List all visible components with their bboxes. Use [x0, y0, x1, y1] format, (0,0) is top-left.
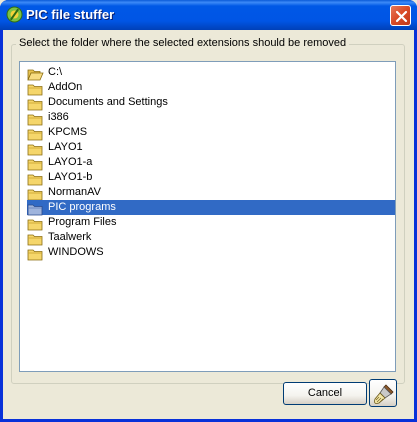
close-button[interactable]	[390, 5, 411, 26]
dialog-client-area: Select the folder where the selected ext…	[3, 30, 414, 419]
tree-item-label: KPCMS	[48, 126, 88, 138]
tree-item-label: NormanAV	[48, 186, 101, 198]
dialog-window: PIC file stuffer Select the folder where…	[0, 0, 417, 422]
folder-icon	[27, 246, 44, 261]
tree-item-program-files[interactable]: Program Files	[27, 215, 395, 231]
tree-item-layo1[interactable]: LAYO1	[27, 140, 395, 156]
tree-item-label: LAYO1-b	[48, 171, 93, 183]
tree-item-i386[interactable]: i386	[27, 110, 395, 126]
folder-icon	[27, 201, 44, 216]
tree-item-windows[interactable]: WINDOWS	[27, 245, 395, 261]
folder-icon	[27, 156, 44, 171]
folder-icon	[27, 96, 44, 111]
tree-item-label: PIC programs	[48, 201, 116, 213]
folder-icon	[27, 81, 44, 96]
folder-icon	[27, 141, 44, 156]
tree-item-label: C:\	[48, 66, 63, 78]
tree-item-label: Taalwerk	[48, 231, 92, 243]
folder-icon	[27, 126, 44, 141]
tree-item-label: Documents and Settings	[48, 96, 168, 108]
tree-item-normanav[interactable]: NormanAV	[27, 185, 395, 201]
tree-item-label: LAYO1	[48, 141, 83, 153]
pic-app-icon	[6, 6, 23, 23]
window-title: PIC file stuffer	[26, 7, 115, 22]
folder-icon	[27, 186, 44, 201]
tree-item-kpcms[interactable]: KPCMS	[27, 125, 395, 141]
cancel-button[interactable]: Cancel	[283, 382, 367, 405]
close-icon	[395, 10, 408, 23]
brush-icon	[374, 384, 394, 404]
tree-item-label: Program Files	[48, 216, 117, 228]
folder-icon	[27, 111, 44, 126]
folder-tree[interactable]: C:\ AddOn Documents and Settings i386 KP…	[19, 61, 396, 372]
group-label: Select the folder where the selected ext…	[16, 37, 350, 49]
tree-item-layo1-b[interactable]: LAYO1-b	[27, 170, 395, 186]
tree-item-taalwerk[interactable]: Taalwerk	[27, 230, 395, 246]
tree-item-layo1-a[interactable]: LAYO1-a	[27, 155, 395, 171]
tree-item-addon[interactable]: AddOn	[27, 80, 395, 96]
tree-item-label: AddOn	[48, 81, 83, 93]
clean-button[interactable]	[369, 379, 397, 407]
tree-root-item[interactable]: C:\	[27, 65, 395, 81]
tree-item-label: i386	[48, 111, 69, 123]
open-folder-icon	[27, 66, 44, 81]
tree-item-pic-programs[interactable]: PIC programs	[27, 200, 395, 216]
folder-icon	[27, 171, 44, 186]
title-bar[interactable]: PIC file stuffer	[0, 0, 417, 30]
tree-item-label: LAYO1-a	[48, 156, 93, 168]
folder-icon	[27, 216, 44, 231]
tree-item-documents-and-settings[interactable]: Documents and Settings	[27, 95, 395, 111]
tree-item-label: WINDOWS	[48, 246, 104, 258]
folder-icon	[27, 231, 44, 246]
